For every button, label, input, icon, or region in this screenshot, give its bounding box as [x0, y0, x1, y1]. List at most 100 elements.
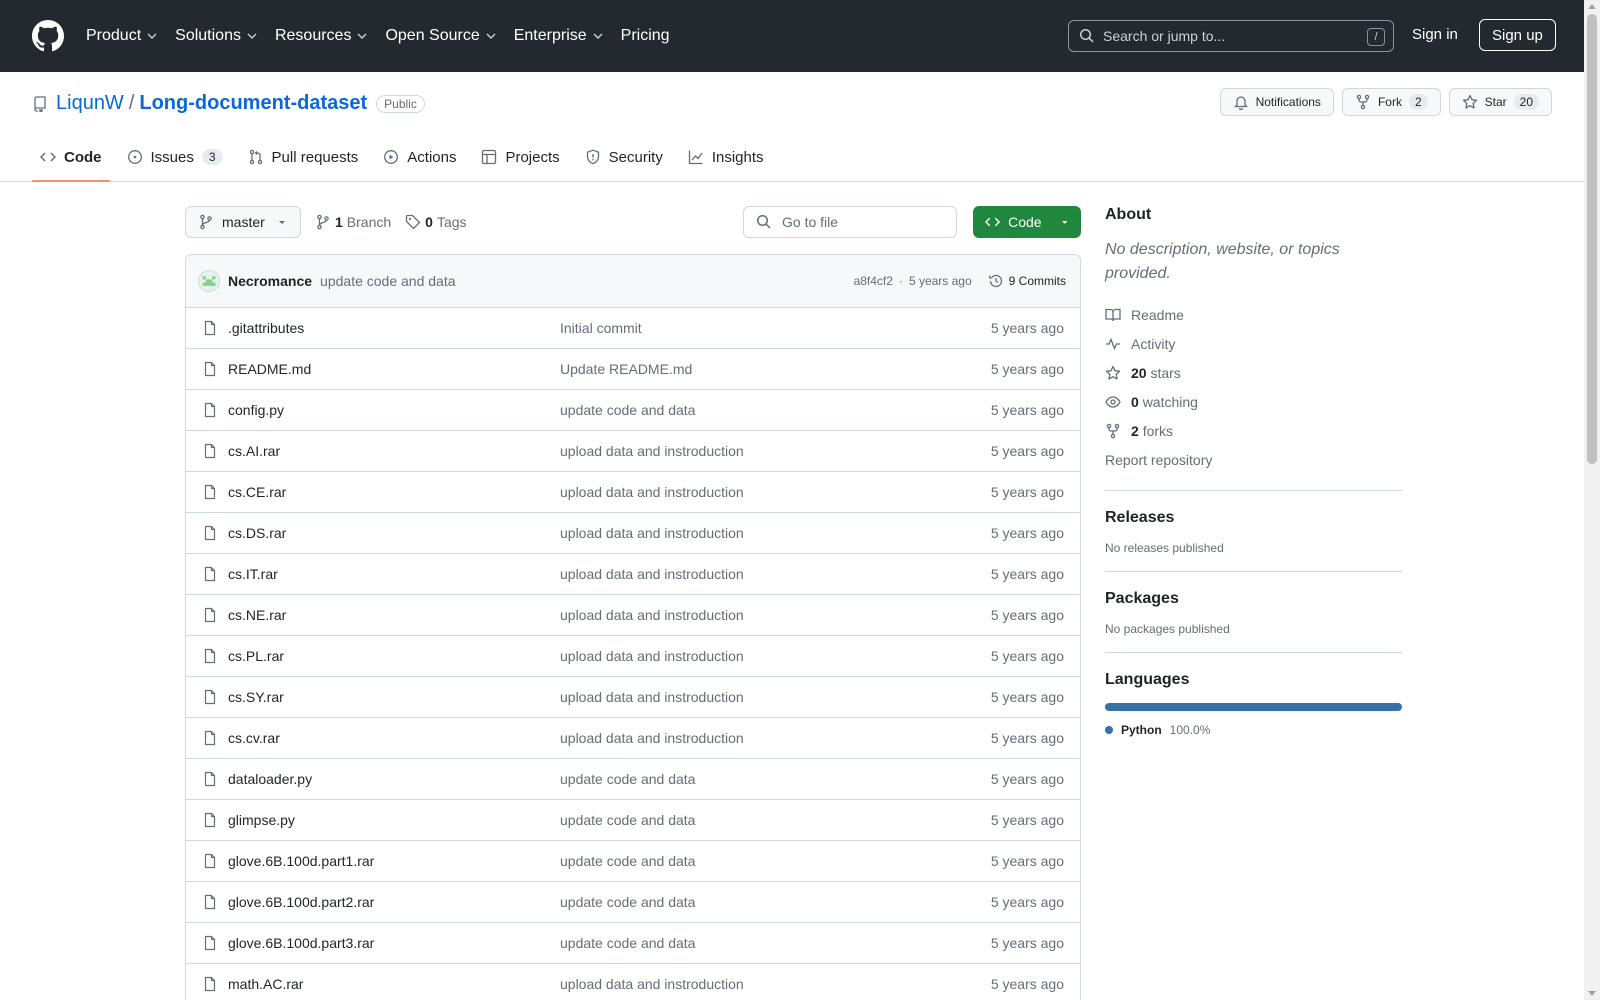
file-commit-message-link[interactable]: update code and data — [560, 771, 695, 787]
file-commit-message-link[interactable]: upload data and instroduction — [560, 443, 744, 459]
readme-link[interactable]: Readme — [1105, 300, 1402, 329]
watching-link[interactable]: 0 watching — [1105, 387, 1402, 416]
tab-projects[interactable]: Projects — [473, 133, 567, 181]
file-row[interactable]: .gitattributes Initial commit 5 years ago — [186, 308, 1080, 349]
file-age: 5 years ago — [990, 976, 1064, 992]
tags-link[interactable]: 0 Tags — [405, 214, 467, 230]
file-commit-message-link[interactable]: upload data and instroduction — [560, 689, 744, 705]
file-name-link[interactable]: glove.6B.100d.part3.rar — [228, 935, 560, 951]
repo-owner-link[interactable]: LiqunW — [56, 92, 124, 115]
nav-pricing[interactable]: Pricing — [621, 27, 670, 45]
file-commit-message-link[interactable]: Initial commit — [560, 320, 642, 336]
file-name-link[interactable]: cs.IT.rar — [228, 566, 560, 582]
releases-heading[interactable]: Releases — [1105, 509, 1402, 527]
file-row[interactable]: math.AC.rar upload data and instroduction… — [186, 964, 1080, 1000]
file-row[interactable]: glove.6B.100d.part3.rar update code and d… — [186, 923, 1080, 964]
nav-solutions[interactable]: Solutions — [175, 27, 258, 45]
file-commit-message-link[interactable]: update code and data — [560, 853, 695, 869]
stars-link[interactable]: 20 stars — [1105, 358, 1402, 387]
file-commit-message-link[interactable]: upload data and instroduction — [560, 607, 744, 623]
language-item[interactable]: Python 100.0% — [1105, 723, 1402, 737]
commit-author-link[interactable]: Necromance — [228, 273, 312, 289]
star-button[interactable]: Star 20 — [1448, 88, 1552, 116]
nav-product[interactable]: Product — [86, 27, 158, 45]
file-row[interactable]: cs.cv.rar upload data and instroduction 5 … — [186, 718, 1080, 759]
file-row[interactable]: cs.DS.rar upload data and instroduction 5 … — [186, 513, 1080, 554]
file-name-link[interactable]: .gitattributes — [228, 320, 560, 336]
activity-link[interactable]: Activity — [1105, 329, 1402, 358]
file-row[interactable]: cs.NE.rar upload data and instroduction 5 … — [186, 595, 1080, 636]
avatar[interactable] — [198, 270, 220, 292]
tab-issues[interactable]: Issues 3 — [119, 133, 231, 181]
tab-pull-requests[interactable]: Pull requests — [240, 133, 367, 181]
file-row[interactable]: glove.6B.100d.part2.rar update code and d… — [186, 882, 1080, 923]
sign-in-link[interactable]: Sign in — [1412, 26, 1458, 43]
file-commit-message-link[interactable]: upload data and instroduction — [560, 976, 744, 992]
file-name-link[interactable]: math.AC.rar — [228, 976, 560, 992]
file-name-link[interactable]: cs.cv.rar — [228, 730, 560, 746]
file-name-link[interactable]: dataloader.py — [228, 771, 560, 787]
file-commit-message-link[interactable]: upload data and instroduction — [560, 566, 744, 582]
code-button-label: Code — [1008, 214, 1042, 230]
file-row[interactable]: config.py update code and data 5 years ago — [186, 390, 1080, 431]
file-commit-message-link[interactable]: update code and data — [560, 402, 695, 418]
file-commit-message-link[interactable]: upload data and instroduction — [560, 525, 744, 541]
file-row[interactable]: cs.IT.rar upload data and instroduction 5 … — [186, 554, 1080, 595]
file-row[interactable]: README.md Update README.md 5 years ago — [186, 349, 1080, 390]
nav-resources[interactable]: Resources — [275, 27, 368, 45]
code-download-button[interactable]: Code — [973, 206, 1081, 238]
commit-message-link[interactable]: update code and data — [320, 273, 455, 289]
file-commit-message-link[interactable]: update code and data — [560, 894, 695, 910]
tab-code[interactable]: Code — [32, 133, 110, 182]
file-name-link[interactable]: cs.NE.rar — [228, 607, 560, 623]
file-row[interactable]: cs.CE.rar upload data and instroduction 5 … — [186, 472, 1080, 513]
file-name-link[interactable]: cs.SY.rar — [228, 689, 560, 705]
file-commit-message-link[interactable]: upload data and instroduction — [560, 484, 744, 500]
page-scrollbar[interactable] — [1584, 0, 1600, 1000]
scroll-up-arrow-icon[interactable] — [1588, 4, 1596, 9]
file-name-link[interactable]: cs.AI.rar — [228, 443, 560, 459]
file-name-link[interactable]: glimpse.py — [228, 812, 560, 828]
file-row[interactable]: cs.AI.rar upload data and instroduction 5 … — [186, 431, 1080, 472]
nav-enterprise[interactable]: Enterprise — [514, 27, 604, 45]
file-name-link[interactable]: cs.CE.rar — [228, 484, 560, 500]
file-commit-message-link[interactable]: update code and data — [560, 812, 695, 828]
commits-history-link[interactable]: 9 Commits — [988, 273, 1066, 289]
file-commit-message-link[interactable]: upload data and instroduction — [560, 648, 744, 664]
file-row[interactable]: dataloader.py update code and data 5 years… — [186, 759, 1080, 800]
file-name-link[interactable]: cs.PL.rar — [228, 648, 560, 664]
file-commit-message-link[interactable]: upload data and instroduction — [560, 730, 744, 746]
file-name-link[interactable]: glove.6B.100d.part1.rar — [228, 853, 560, 869]
file-name-link[interactable]: config.py — [228, 402, 560, 418]
file-row[interactable]: glove.6B.100d.part1.rar update code and d… — [186, 841, 1080, 882]
branches-link[interactable]: 1 Branch — [315, 214, 391, 230]
sign-up-button[interactable]: Sign up — [1479, 19, 1556, 51]
file-commit-message-link[interactable]: Update README.md — [560, 361, 692, 377]
notifications-button[interactable]: Notifications — [1219, 88, 1334, 116]
forks-link[interactable]: 2 forks — [1105, 416, 1402, 445]
packages-heading[interactable]: Packages — [1105, 590, 1402, 608]
tab-security[interactable]: Security — [577, 133, 671, 181]
file-name-link[interactable]: README.md — [228, 361, 560, 377]
branch-select-button[interactable]: master — [185, 206, 301, 238]
tag-label: Tags — [436, 214, 467, 230]
file-row[interactable]: cs.SY.rar upload data and instroduction 5 … — [186, 677, 1080, 718]
go-to-file-input[interactable]: Go to file — [743, 206, 957, 238]
tab-actions[interactable]: Actions — [375, 133, 464, 181]
search-input[interactable]: Search or jump to... / — [1068, 20, 1394, 52]
scrollbar-thumb[interactable] — [1587, 14, 1597, 464]
fork-button[interactable]: Fork 2 — [1341, 88, 1441, 116]
github-logo-icon[interactable] — [32, 20, 64, 52]
report-repository-link[interactable]: Report repository — [1105, 445, 1402, 474]
scroll-down-arrow-icon[interactable] — [1588, 991, 1596, 996]
nav-open-source[interactable]: Open Source — [385, 27, 496, 45]
commit-hash-link[interactable]: a8f4cf2 — [854, 274, 893, 288]
file-icon — [204, 402, 216, 418]
file-name-link[interactable]: cs.DS.rar — [228, 525, 560, 541]
tab-insights[interactable]: Insights — [680, 133, 772, 181]
file-commit-message-link[interactable]: update code and data — [560, 935, 695, 951]
file-row[interactable]: cs.PL.rar upload data and instroduction 5 … — [186, 636, 1080, 677]
repo-name-link[interactable]: Long-document-dataset — [139, 92, 367, 115]
file-row[interactable]: glimpse.py update code and data 5 years ag… — [186, 800, 1080, 841]
file-name-link[interactable]: glove.6B.100d.part2.rar — [228, 894, 560, 910]
